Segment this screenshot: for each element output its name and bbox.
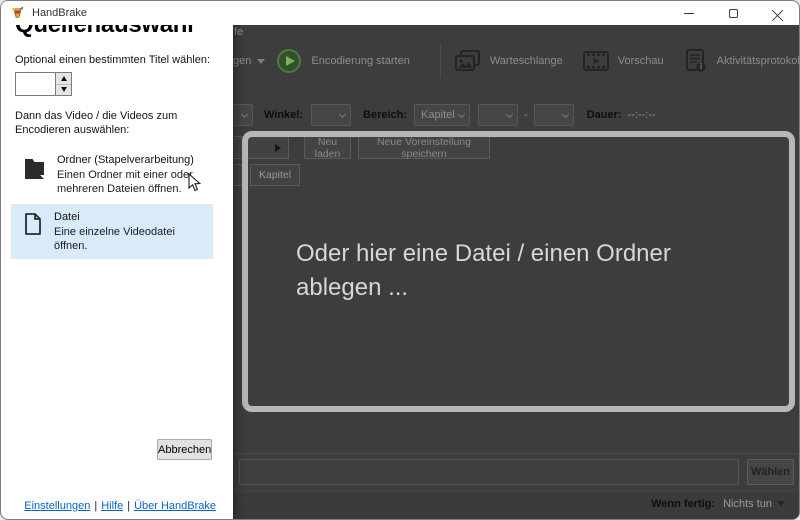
option-folder-title: Ordner (Stapelverarbeitung) [57, 154, 194, 166]
titlebar: HandBrake [1, 1, 799, 25]
angle-select[interactable] [311, 104, 352, 126]
destination-divider [233, 453, 799, 454]
option-single-file[interactable]: Datei Eine einzelne Videodatei öffnen. [11, 204, 213, 259]
toolbar-separator [439, 44, 441, 78]
menu-item-hilfe-fragment[interactable]: fe [234, 26, 243, 38]
choose-destination-button[interactable]: Wählen [747, 459, 794, 485]
toolbar: gen Encodierung starten Warteschlange Vo… [233, 41, 800, 81]
option-file-title: Datei [54, 211, 80, 223]
activity-log-label: Aktivitätsprotokoll [716, 55, 800, 67]
title-number-spinner [15, 72, 233, 96]
duration-value: --:--:-- [627, 109, 656, 121]
title-number-input[interactable] [15, 72, 55, 96]
chevron-down-icon [240, 110, 249, 119]
chevron-down-icon [458, 110, 466, 119]
spin-down-button[interactable] [56, 84, 71, 95]
window-controls [667, 1, 799, 25]
chevron-down-icon [506, 110, 514, 119]
folder-icon [25, 159, 44, 179]
preview-icon [582, 51, 609, 71]
range-end-select[interactable] [533, 104, 574, 126]
minimize-button[interactable] [667, 1, 711, 25]
duration-label: Dauer: [586, 109, 622, 121]
activity-log-icon [685, 49, 706, 72]
dropdown-arrow-icon [257, 58, 266, 64]
maximize-button[interactable] [711, 1, 755, 25]
handbrake-window: HandBrake fe gen Encodierung starten War… [0, 0, 800, 520]
mouse-cursor-icon [188, 173, 201, 192]
activity-log-button[interactable]: Aktivitätsprotokoll [680, 49, 800, 73]
settings-link[interactable]: Einstellungen [24, 500, 90, 512]
arrow-up-icon [60, 75, 67, 81]
when-done-value[interactable]: Nichts tun [723, 498, 772, 510]
link-separator: | [127, 500, 131, 512]
range-start-select[interactable] [478, 104, 519, 126]
arrow-down-icon [60, 87, 67, 93]
window-title: HandBrake [32, 7, 88, 19]
range-label: Bereich: [363, 109, 408, 121]
close-button[interactable] [755, 1, 799, 25]
help-link[interactable]: Hilfe [101, 500, 123, 512]
file-icon [25, 213, 41, 235]
minimize-icon [684, 12, 694, 14]
maximize-icon [728, 8, 738, 18]
close-icon [772, 8, 783, 19]
option-file-description: Eine einzelne Videodatei öffnen. [54, 226, 175, 252]
panel-footer-links: Einstellungen | Hilfe | Über HandBrake [1, 500, 216, 512]
chevron-down-icon [561, 110, 569, 119]
scan-controls-row: Winkel: Bereich: Kapitel - Dauer: --:--:… [229, 104, 656, 126]
cancel-button[interactable]: Abbrechen [157, 439, 212, 460]
queue-button[interactable]: Warteschlange [450, 49, 579, 73]
spin-up-button[interactable] [56, 73, 71, 85]
handbrake-logo-icon [11, 5, 24, 18]
range-type-select[interactable]: Kapitel [414, 104, 471, 126]
open-source-label-fragment: gen [233, 55, 252, 67]
range-type-value: Kapitel [421, 109, 455, 121]
when-done-label: Wenn fertig: [651, 497, 716, 510]
queue-icon [454, 50, 480, 71]
preview-label: Vorschau [617, 55, 664, 67]
play-circle-icon [277, 49, 302, 73]
link-separator: | [94, 500, 98, 512]
source-options-list: Ordner (Stapelverarbeitung) Einen Ordner… [1, 147, 233, 259]
instruction-text: Dann das Video / die Videos zum Encodier… [15, 110, 178, 136]
open-source-button[interactable]: gen [233, 55, 266, 67]
when-done-dropdown-icon[interactable] [777, 501, 785, 506]
angle-label: Winkel: [264, 109, 304, 121]
source-selection-panel: Quellenauswahl Optional einen bestimmten… [1, 1, 233, 519]
preview-button[interactable]: Vorschau [579, 51, 680, 71]
start-encode-button[interactable]: Encodierung starten [265, 49, 425, 73]
file-dropzone[interactable]: Oder hier eine Datei / einen Ordner able… [242, 131, 795, 412]
option-folder-batch[interactable]: Ordner (Stapelverarbeitung) Einen Ordner… [11, 147, 213, 202]
optional-title-label: Optional einen bestimmten Titel wählen: [15, 54, 211, 66]
statusbar: Wenn fertig: Nichts tun [233, 491, 799, 519]
destination-path-input[interactable] [239, 459, 739, 485]
start-encode-label: Encodierung starten [311, 55, 410, 67]
dropzone-message: Oder hier eine Datei / einen Ordner able… [296, 240, 671, 301]
about-link[interactable]: Über HandBrake [134, 500, 216, 512]
queue-label: Warteschlange [489, 55, 563, 67]
option-folder-description: Einen Ordner mit einer oder mehreren Dat… [57, 169, 193, 195]
chevron-down-icon [338, 110, 347, 119]
range-separator: - [524, 109, 528, 121]
